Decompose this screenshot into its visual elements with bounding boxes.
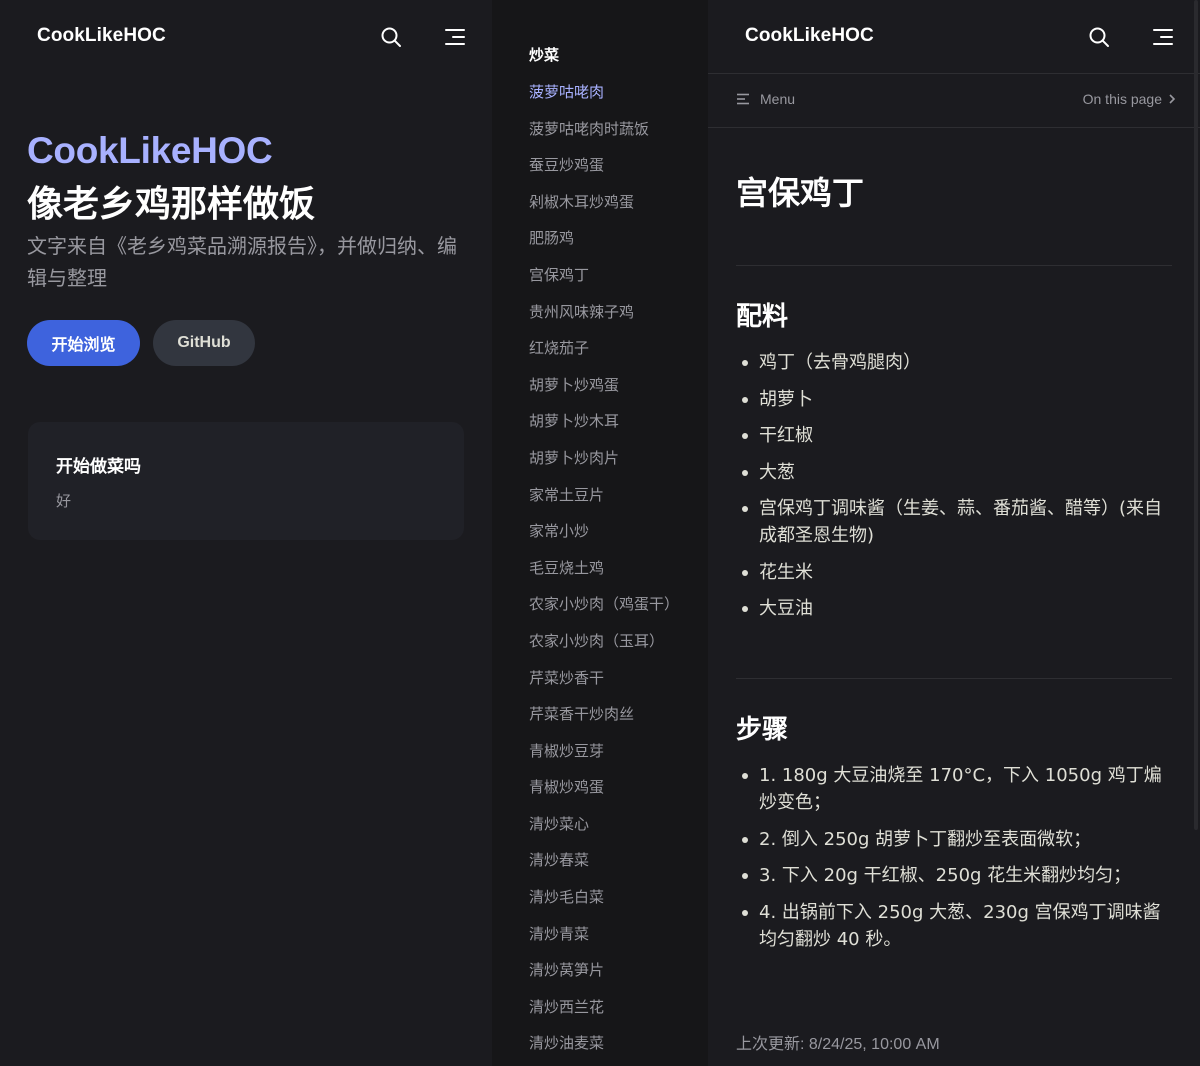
- menu-icon: [445, 29, 465, 45]
- sidebar-item[interactable]: 清炒菜心: [529, 812, 679, 849]
- search-icon: [381, 27, 401, 47]
- sidebar-item[interactable]: 清炒莴笋片: [529, 958, 679, 995]
- section-divider: [736, 678, 1172, 679]
- last-updated-label: 上次更新:: [736, 1036, 805, 1053]
- list-icon: [737, 93, 749, 105]
- recipe-title: 宫保鸡丁: [736, 174, 865, 212]
- sidebar-item[interactable]: 清炒春菜: [529, 848, 679, 885]
- ingredient-item: 干红椒: [736, 422, 1176, 449]
- ingredient-item: 鸡丁（去骨鸡腿肉）: [736, 349, 1176, 376]
- sidebar-item[interactable]: 蚕豆炒鸡蛋: [529, 153, 679, 190]
- hero-name: CookLikeHOC: [27, 130, 273, 171]
- sidebar-item[interactable]: 胡萝卜炒肉片: [529, 446, 679, 483]
- hero-tagline: 文字来自《老乡鸡菜品溯源报告》，并做归纳、编辑与整理: [27, 234, 457, 290]
- sidebar-item[interactable]: 肥肠鸡: [529, 226, 679, 263]
- step-item: 2. 倒入 250g 胡萝卜丁翻炒至表面微软；: [736, 826, 1176, 853]
- hero-text: 像老乡鸡那样做饭: [27, 184, 316, 225]
- site-title-link[interactable]: CookLikeHOC: [37, 25, 166, 47]
- menu-icon: [1153, 29, 1173, 45]
- step-item: 1. 180g 大豆油烧至 170°C，下入 1050g 鸡丁煸炒变色；: [736, 762, 1176, 816]
- sidebar-item[interactable]: 剁椒木耳炒鸡蛋: [529, 190, 679, 227]
- sidebar-item-list: 菠萝咕咾肉 菠萝咕咾肉时蔬饭 蚕豆炒鸡蛋 剁椒木耳炒鸡蛋 肥肠鸡 宫保鸡丁 贵州风味辣子鸡红…: [529, 80, 679, 1066]
- menu-toggle-label: Menu: [760, 91, 796, 107]
- ingredient-item: 宫保鸡丁调味酱（生姜、蒜、番茄酱、醋等）(来自成都圣恩生物): [736, 495, 1176, 549]
- ingredient-item: 大葱: [736, 459, 1176, 486]
- sidebar-item[interactable]: 毛豆烧土鸡: [529, 556, 679, 593]
- sidebar-item[interactable]: 贵州风味辣子鸡: [529, 300, 679, 337]
- on-this-page-toggle[interactable]: On this page: [1083, 91, 1176, 107]
- nav-menu-button[interactable]: [1150, 24, 1176, 50]
- feature-title: 开始做菜吗: [56, 457, 141, 477]
- ingredients-heading: 配料: [736, 302, 789, 332]
- sidebar-group-title: 炒菜: [529, 46, 560, 64]
- sidebar-item[interactable]: 胡萝卜炒鸡蛋: [529, 373, 679, 410]
- screenshot-collage: CookLikeHOC CookLikeHOC 像老乡鸡那样做饭 文字来自《老乡…: [0, 0, 1200, 1066]
- site-title-link[interactable]: CookLikeHOC: [745, 25, 874, 47]
- sidebar-item[interactable]: 清炒青菜: [529, 922, 679, 959]
- feature-details: 好: [56, 492, 72, 510]
- start-browsing-button[interactable]: 开始浏览: [27, 320, 140, 366]
- github-button[interactable]: GitHub: [153, 320, 255, 366]
- sidebar-item[interactable]: 清炒西兰花: [529, 995, 679, 1032]
- steps-heading: 步骤: [736, 715, 789, 745]
- sidebar-item[interactable]: 芹菜香干炒肉丝: [529, 702, 679, 739]
- sidebar-item[interactable]: 红烧茄子: [529, 336, 679, 373]
- sidebar-item[interactable]: 菠萝咕咾肉时蔬饭: [529, 117, 679, 154]
- steps-list: 1. 180g 大豆油烧至 170°C，下入 1050g 鸡丁煸炒变色； 2. 倒…: [736, 762, 1176, 962]
- search-icon: [1089, 27, 1109, 47]
- sidebar-item[interactable]: 清炒油麦菜: [529, 1031, 679, 1066]
- local-nav-bar: Menu On this page: [708, 74, 1200, 128]
- search-button[interactable]: [378, 24, 404, 50]
- sidebar-item[interactable]: 青椒炒鸡蛋: [529, 775, 679, 812]
- sidebar-item[interactable]: 农家小炒肉（鸡蛋干）: [529, 592, 679, 629]
- sidebar-item[interactable]: 家常小炒: [529, 519, 679, 556]
- sidebar-item[interactable]: 家常土豆片: [529, 483, 679, 520]
- sidebar-panel: 炒菜 菠萝咕咾肉 菠萝咕咾肉时蔬饭 蚕豆炒鸡蛋 剁椒木耳炒鸡蛋 肥肠鸡 宫保鸡丁 贵州风味辣…: [492, 0, 708, 1066]
- ingredient-item: 大豆油: [736, 595, 1176, 622]
- ingredient-item: 花生米: [736, 559, 1176, 586]
- sidebar-menu-toggle[interactable]: Menu: [736, 91, 795, 107]
- doc-navbar: CookLikeHOC: [708, 0, 1200, 74]
- step-item: 3. 下入 20g 干红椒、250g 花生米翻炒均匀；: [736, 862, 1176, 889]
- sidebar-item[interactable]: 清炒毛白菜: [529, 885, 679, 922]
- sidebar-item[interactable]: 胡萝卜炒木耳: [529, 409, 679, 446]
- search-button[interactable]: [1086, 24, 1112, 50]
- sidebar-item[interactable]: 菠萝咕咾肉: [529, 80, 679, 117]
- last-updated-time: 8/24/25, 10:00 AM: [808, 1036, 940, 1053]
- nav-menu-button[interactable]: [442, 24, 468, 50]
- last-updated: 上次更新: 8/24/25, 10:00 AM: [736, 1030, 940, 1054]
- ingredient-item: 胡萝卜: [736, 386, 1176, 413]
- recipe-panel: CookLikeHOC Menu On this page 宫保鸡丁 配料 鸡丁…: [708, 0, 1200, 1066]
- step-item: 4. 出锅前下入 250g 大葱、230g 宫保鸡丁调味酱均匀翻炒 40 秒。: [736, 899, 1176, 953]
- sidebar-item[interactable]: 宫保鸡丁: [529, 263, 679, 300]
- sidebar-item[interactable]: 青椒炒豆芽: [529, 739, 679, 776]
- feature-card: 开始做菜吗 好: [28, 422, 464, 540]
- home-navbar: CookLikeHOC: [0, 0, 492, 74]
- section-divider: [736, 265, 1172, 266]
- on-this-page-label: On this page: [1082, 91, 1162, 107]
- sidebar-item[interactable]: 芹菜炒香干: [529, 666, 679, 703]
- home-panel: CookLikeHOC CookLikeHOC 像老乡鸡那样做饭 文字来自《老乡…: [0, 0, 492, 1066]
- page-scrollbar[interactable]: [1194, 0, 1198, 830]
- chevron-right-icon: [1169, 94, 1176, 104]
- ingredients-list: 鸡丁（去骨鸡腿肉） 胡萝卜干红椒大葱宫保鸡丁调味酱（生姜、蒜、番茄酱、醋等）(来自…: [736, 349, 1176, 632]
- sidebar-item[interactable]: 农家小炒肉（玉耳）: [529, 629, 679, 666]
